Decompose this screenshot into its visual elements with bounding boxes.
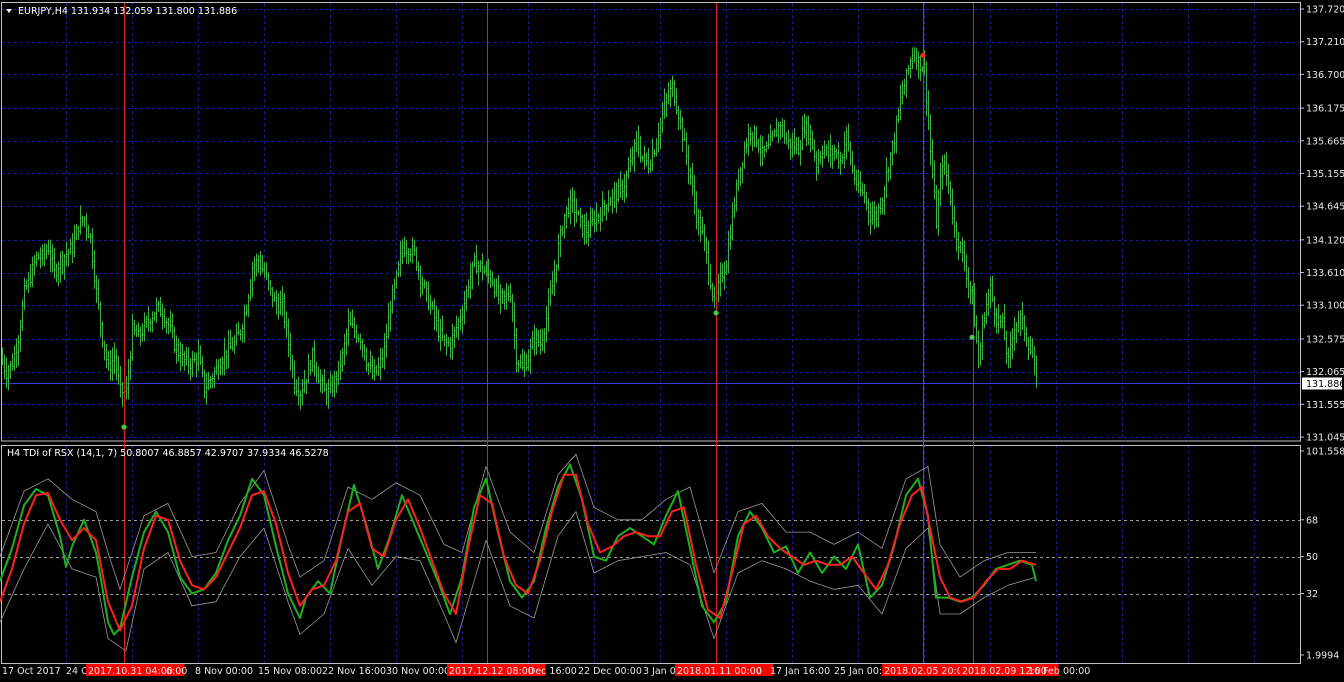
time-label: 17 Jan 16:00 [770,666,830,677]
buy-signal-dot [121,424,127,430]
indicator-tick-label: 101.5588 [1306,447,1344,458]
time-label-text: 22 Dec 00:00 [578,666,642,677]
price-tick-label: 134.120 [1306,235,1344,246]
price-tick-label: 132.065 [1306,367,1344,378]
time-label-text: 2017.10.31 04:00 [88,666,173,677]
time-label: 30 Nov 00:00 [386,666,450,677]
time-label-text: 0 [756,666,762,677]
price-tick-label: 133.610 [1306,268,1344,279]
time-label-text: 8 Nov 00:00 [195,666,253,677]
time-label: 6:00 [166,666,187,677]
indicator-tick-label: 1.9994 [1306,651,1339,662]
time-label: 3 Jan 0 [643,666,676,677]
indicator-tick-label: 68 [1306,515,1318,526]
price-tick-label: 137.210 [1306,37,1344,48]
time-label: 22 Dec 00:00 [578,666,642,677]
time-label: 22 Nov 16:00 [322,666,386,677]
time-label: 0 [756,666,762,677]
buy-signal-dot [969,334,975,340]
time-label: Dec 16:00 [528,666,577,677]
time-label-text: 17 Oct 2017 [2,666,61,677]
time-label: 8 Nov 00:00 [195,666,253,677]
time-label-text: 24 C [66,666,88,677]
time-label-text: 15 Nov 08:00 [258,666,322,677]
price-tick-label: 134.645 [1306,202,1344,213]
time-label-text: 3 Jan 0 [643,666,676,677]
time-label: 16 Feb 00:00 [1028,666,1090,677]
chart-background [0,0,1344,682]
time-label-text: 22 Nov 16:00 [322,666,386,677]
indicator-header: H4 TDI of RSX (14,1, 7) 50.8007 46.8857 … [7,448,329,459]
price-tick-label: 132.575 [1306,334,1344,345]
time-label: 15 Nov 08:00 [258,666,322,677]
time-label-text: 16 Feb 00:00 [1028,666,1090,677]
indicator-tick-label: 50 [1306,552,1318,563]
time-label: 17 Oct 2017 [2,666,61,677]
trading-chart[interactable]: 137.720 137.210 136.700 136.175 135.665 135.1… [0,0,1344,682]
time-label-text: 2018.01.11 00:00 [677,666,762,677]
time-label-text: 17 Jan 16:00 [770,666,830,677]
price-tick-label: 136.700 [1306,70,1344,81]
main-header: EURJPY,H4 131.934 132.059 131.800 131.88… [6,6,237,17]
price-tick-label: 137.720 [1306,5,1344,16]
time-axis: 17 Oct 2017 24 C 2017.10.31 04:006:00 8 Nov… [2,664,1090,677]
buy-signal-dot [713,310,719,316]
current-price-label: 131.886 [1306,379,1344,390]
time-label-text: 30 Nov 00:00 [386,666,450,677]
symbol-label: EURJPY,H4 131.934 132.059 131.800 131.88… [18,6,237,17]
time-label-text: 2017.12.12 08:00 [449,666,534,677]
price-tick-label: 135.665 [1306,136,1344,147]
price-tick-label: 131.555 [1306,400,1344,411]
time-label-text: Dec 16:00 [528,666,577,677]
sell-signal-dot [920,52,926,58]
time-label-text: 2018.02.05 20:00 [884,666,969,677]
time-label-text: 6:00 [166,666,187,677]
time-label: 24 C [66,666,88,677]
price-tick-label: 131.045 [1306,433,1344,444]
indicator-tick-label: 32 [1306,589,1318,600]
price-tick-label: 133.100 [1306,301,1344,312]
price-tick-label: 135.155 [1306,169,1344,180]
price-tick-label: 136.175 [1306,104,1344,115]
current-price-tag: 131.886 [1302,377,1344,390]
